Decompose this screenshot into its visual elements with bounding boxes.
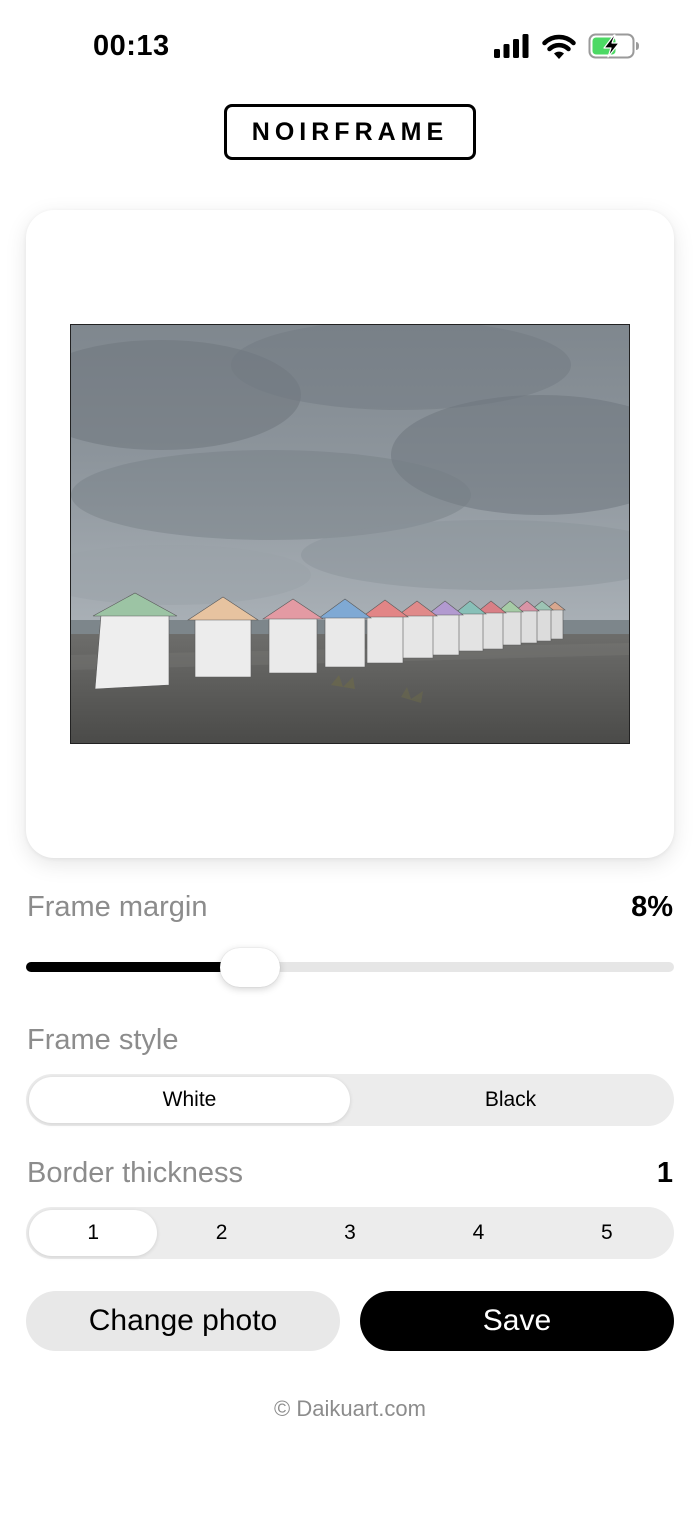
border-thickness-value: 1 bbox=[656, 1157, 673, 1189]
status-bar: 00:13 bbox=[0, 0, 700, 95]
border-thickness-option-2[interactable]: 2 bbox=[157, 1210, 285, 1256]
slider-fill bbox=[26, 962, 250, 972]
border-thickness-option-3[interactable]: 3 bbox=[286, 1210, 414, 1256]
border-thickness-label: Border thickness bbox=[27, 1157, 243, 1189]
border-thickness-option-1[interactable]: 1 bbox=[29, 1210, 158, 1256]
save-button[interactable]: Save bbox=[360, 1291, 674, 1351]
copyright-footer: © Daikuart.com bbox=[274, 1396, 426, 1421]
slider-thumb[interactable] bbox=[220, 948, 280, 987]
beach-huts-photo bbox=[70, 324, 630, 744]
frame-margin-label: Frame margin bbox=[27, 891, 208, 923]
status-icons bbox=[494, 33, 640, 59]
wifi-icon bbox=[542, 34, 576, 59]
frame-style-option-black[interactable]: Black bbox=[350, 1077, 671, 1123]
border-thickness-option-4[interactable]: 4 bbox=[414, 1210, 542, 1256]
frame-style-segmented-control: White Black bbox=[26, 1074, 674, 1126]
frame-style-option-white[interactable]: White bbox=[29, 1077, 350, 1123]
battery-charging-icon bbox=[588, 33, 640, 59]
frame-margin-slider[interactable] bbox=[26, 948, 674, 988]
frame-style-label: Frame style bbox=[27, 1024, 179, 1056]
frame-margin-value: 8% bbox=[631, 891, 673, 923]
frame-preview-card bbox=[26, 210, 674, 858]
cellular-signal-icon bbox=[494, 34, 530, 58]
border-thickness-option-5[interactable]: 5 bbox=[543, 1210, 671, 1256]
app-logo: NOIRFRAME bbox=[224, 104, 476, 160]
status-time: 00:13 bbox=[93, 30, 170, 62]
border-thickness-segmented-control: 1 2 3 4 5 bbox=[26, 1207, 674, 1259]
change-photo-button[interactable]: Change photo bbox=[26, 1291, 340, 1351]
